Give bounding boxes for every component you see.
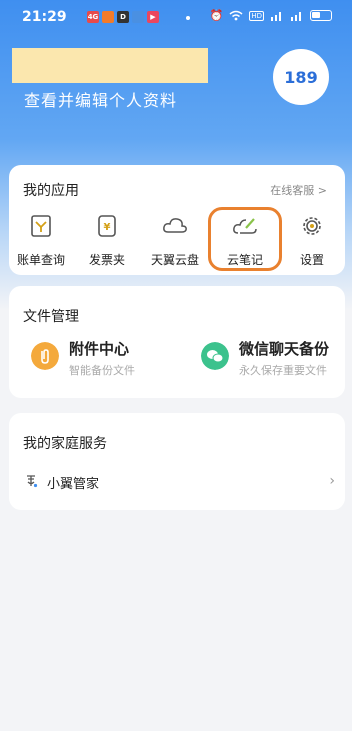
app-bill-query[interactable]: 账单查询 (11, 213, 71, 268)
app-label: 账单查询 (16, 253, 65, 267)
app-cloud-disk[interactable]: 天翼云盘 (145, 213, 205, 268)
username-redacted (12, 48, 208, 83)
wifi-icon (229, 10, 243, 21)
status-right-icons: ⏰ HD (210, 9, 332, 22)
battery-icon (310, 10, 332, 21)
app-invoice-folder[interactable]: ¥ 发票夹 (77, 213, 137, 268)
file-management-card: 文件管理 附件中心 智能备份文件 微信聊天备份 永久保存重要文件 (9, 286, 345, 398)
family-services-card: 我的家庭服务 小翼管家 › (9, 413, 345, 510)
app-label: 发票夹 (88, 253, 125, 267)
app-notification-icon-4 (132, 11, 144, 23)
svg-text:¥: ¥ (104, 222, 111, 233)
status-bar: 21:29 4G D ▶ ⏰ HD (0, 0, 352, 34)
status-left-icons: 4G D ▶ (87, 11, 159, 23)
level-badge[interactable]: 189 (273, 49, 329, 105)
chevron-right-icon: › (329, 473, 335, 489)
app-notification-icon-2 (102, 11, 114, 23)
online-service-link[interactable]: 在线客服 > (270, 182, 327, 198)
alarm-icon: ⏰ (209, 9, 224, 22)
cloud-disk-icon (163, 218, 187, 233)
xiaoyi-butler-icon (27, 475, 38, 488)
app-notification-icon-5: ▶ (147, 11, 159, 23)
app-notification-icon-3: D (117, 11, 129, 23)
family-services-title: 我的家庭服务 (23, 436, 107, 452)
gear-icon (303, 217, 321, 235)
signal-icon (271, 12, 281, 21)
family-item-xiaoyi-butler[interactable]: 小翼管家 › (23, 471, 335, 493)
file-item-name: 微信聊天备份 (239, 340, 330, 358)
profile-edit-link[interactable]: 查看并编辑个人资料 (24, 87, 177, 111)
signal-icon (291, 12, 301, 21)
app-label: 天翼云盘 (150, 253, 199, 267)
wechat-icon (201, 342, 229, 370)
hd-icon: HD (249, 10, 264, 21)
my-apps-title: 我的应用 (23, 183, 79, 199)
file-item-desc: 智能备份文件 (69, 364, 135, 377)
highlight-outline (208, 207, 282, 271)
file-management-title: 文件管理 (23, 309, 79, 325)
file-item-desc: 永久保存重要文件 (239, 364, 327, 377)
file-item-name: 附件中心 (69, 340, 130, 358)
bill-icon (31, 215, 51, 237)
notification-dot-icon (186, 16, 190, 20)
attachment-icon (31, 342, 59, 370)
my-apps-card: 我的应用 在线客服 > 账单查询 ¥ 发票夹 天翼云盘 云笔记 设置 (9, 165, 345, 275)
app-settings[interactable]: 设置 (282, 213, 342, 268)
app-label: 设置 (299, 253, 324, 267)
app-notification-icon-1: 4G (87, 11, 99, 23)
invoice-folder-icon: ¥ (98, 215, 116, 237)
status-time: 21:29 (22, 9, 67, 25)
family-item-label: 小翼管家 (47, 477, 100, 492)
